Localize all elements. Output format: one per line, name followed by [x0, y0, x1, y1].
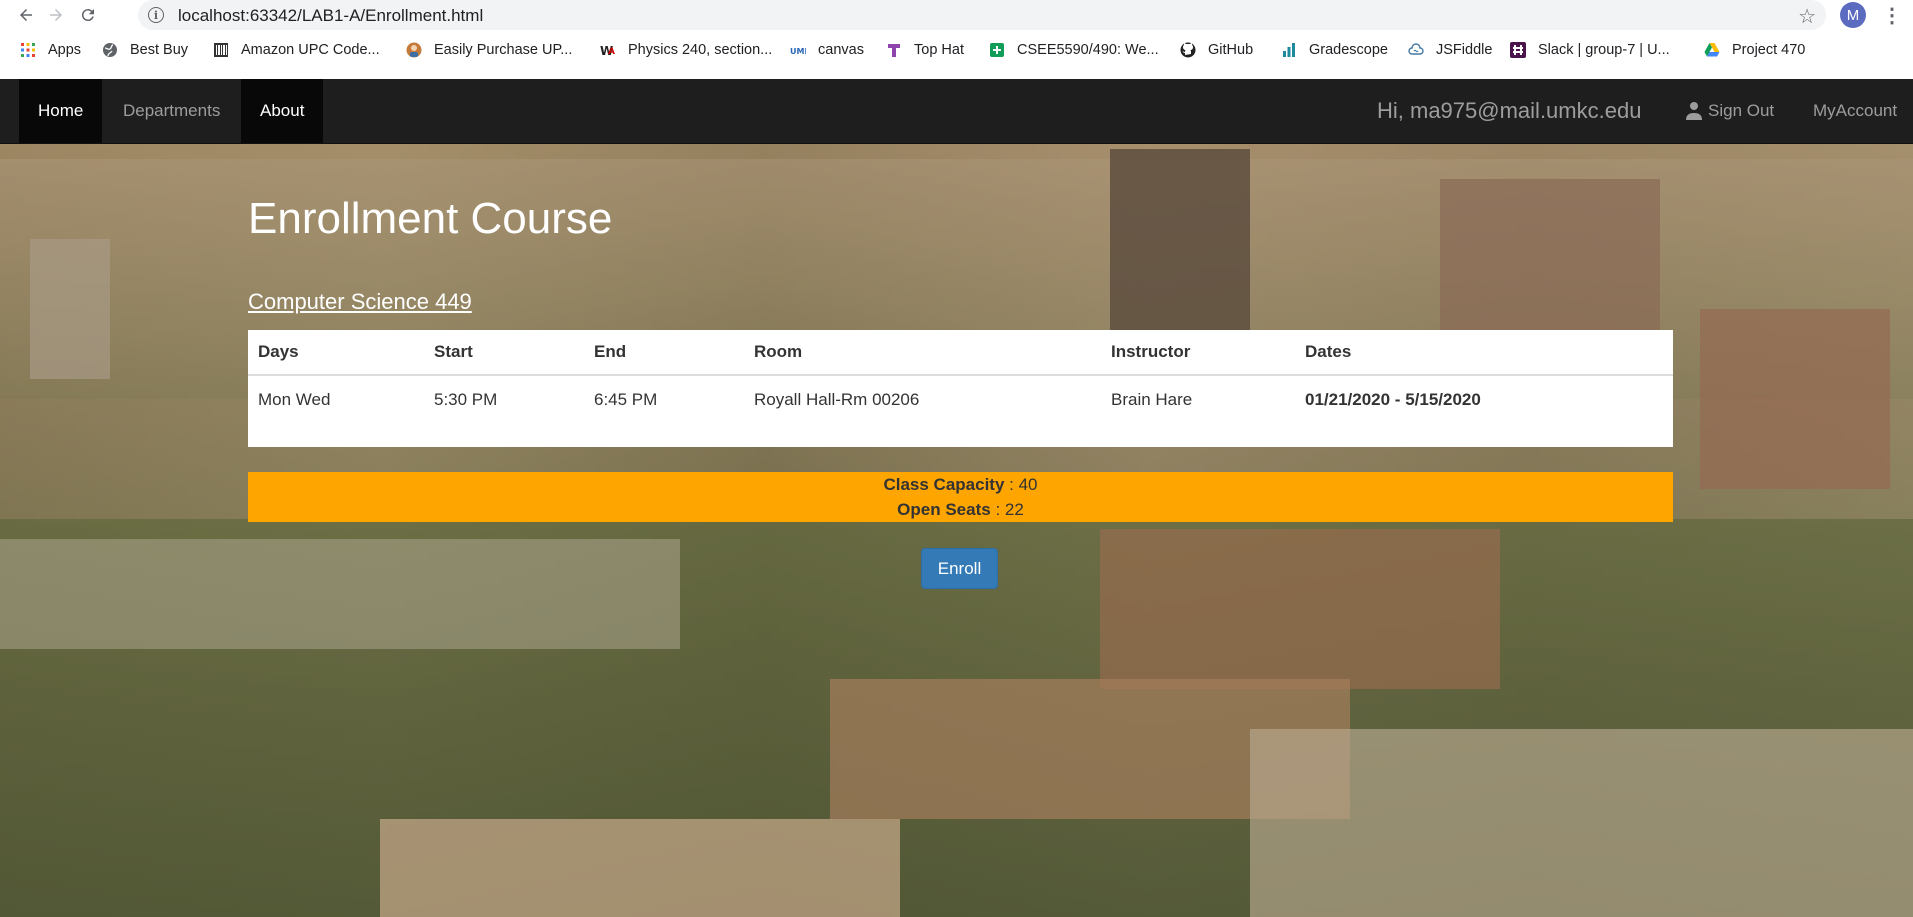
bookmarks-bar: Apps Best Buy Amazon UPC Code... Easily …: [0, 38, 1913, 68]
bookmark-slack[interactable]: Slack | group-7 | U...: [1510, 42, 1670, 58]
sign-out-link[interactable]: Sign Out: [1666, 79, 1793, 143]
bookmark-label: canvas: [818, 42, 864, 58]
forward-arrow-icon[interactable]: [44, 3, 68, 27]
umkc-icon: UMKC: [790, 42, 816, 58]
cell-dates: 01/21/2020 - 5/15/2020: [1305, 390, 1481, 409]
sign-out-label: Sign Out: [1708, 101, 1775, 120]
tower-building: [1110, 149, 1250, 359]
jsfiddle-icon: [1408, 42, 1424, 58]
bookmark-gradescope[interactable]: Gradescope: [1281, 42, 1388, 58]
header-start: Start: [434, 342, 473, 361]
bookmark-label: Top Hat: [914, 42, 964, 58]
drive-icon: [1704, 42, 1720, 58]
bookmark-project-470[interactable]: Project 470: [1704, 42, 1805, 58]
capacity-banner: Class Capacity : 40 Open Seats : 22: [248, 472, 1673, 522]
left-building: [30, 239, 110, 379]
bookmark-easily-purchase[interactable]: Easily Purchase UP...: [406, 42, 572, 58]
globe-icon: [102, 42, 118, 58]
svg-text:A: A: [608, 47, 615, 57]
schedule-table: Days Start End Room Instructor Dates Mon…: [248, 330, 1673, 447]
apps-grid-icon: [20, 42, 36, 58]
bookmark-best-buy[interactable]: Best Buy: [102, 42, 188, 58]
parking-structure: [1250, 729, 1913, 917]
course-link[interactable]: Computer Science 449: [248, 289, 472, 315]
bookmark-physics[interactable]: W A Physics 240, section...: [600, 42, 772, 58]
bookmark-apps[interactable]: Apps: [20, 42, 81, 58]
info-icon[interactable]: i: [148, 7, 164, 23]
greeting-text: Hi, ma975@mail.umkc.edu: [1377, 98, 1642, 123]
header-end: End: [594, 342, 627, 361]
enroll-button[interactable]: Enroll: [921, 548, 998, 589]
header-instructor: Instructor: [1111, 342, 1191, 361]
back-arrow-icon[interactable]: [14, 3, 38, 27]
bookmark-label: Project 470: [1732, 42, 1806, 58]
mid-building: [0, 539, 680, 649]
page-title: Enrollment Course: [248, 194, 613, 243]
bookmark-label: Best Buy: [130, 42, 189, 58]
nav-departments[interactable]: Departments: [104, 79, 239, 143]
nav-home[interactable]: Home: [19, 79, 103, 143]
tophat-icon: [886, 42, 902, 58]
slack-icon: [1510, 42, 1526, 58]
bookmark-label: CSEE5590/490: We...: [1017, 42, 1159, 58]
bookmark-github[interactable]: GitHub: [1180, 42, 1253, 58]
profile-avatar[interactable]: M: [1840, 2, 1866, 28]
header-days: Days: [258, 342, 299, 361]
github-icon: [1180, 42, 1196, 58]
webassign-icon: WA: [600, 42, 616, 58]
header-room: Room: [754, 342, 803, 361]
bookmark-label: Apps: [48, 42, 82, 58]
address-bar[interactable]: i localhost:63342/LAB1-A/Enrollment.html…: [138, 0, 1826, 30]
avatar-icon: [406, 42, 422, 58]
gradescope-icon: [1281, 42, 1297, 58]
brick-apartments: [1100, 529, 1500, 689]
browser-toolbar: i localhost:63342/LAB1-A/Enrollment.html…: [0, 0, 1913, 30]
open-seats-label: Open Seats: [897, 500, 991, 519]
header-dates: Dates: [1305, 342, 1352, 361]
front-building: [380, 819, 900, 917]
bookmark-label: Slack | group-7 | U...: [1538, 42, 1670, 58]
capacity-line: Class Capacity : 40: [248, 472, 1673, 497]
navbar: Home Departments About Hi, ma975@mail.um…: [0, 79, 1913, 144]
table-header: Days Start End Room Instructor Dates: [248, 330, 1673, 376]
sheets-icon: [989, 42, 1005, 58]
bookmark-canvas[interactable]: UMKC canvas: [790, 42, 864, 58]
my-account-link[interactable]: MyAccount: [1794, 79, 1913, 143]
apartment-building: [1700, 309, 1890, 489]
cell-days: Mon Wed: [258, 390, 331, 409]
bookmark-label: JSFiddle: [1436, 42, 1493, 58]
bookmark-label: Amazon UPC Code...: [241, 42, 380, 58]
svg-text:UMKC: UMKC: [790, 47, 806, 56]
open-seats-value: : 22: [990, 500, 1024, 519]
cell-room: Royall Hall-Rm 00206: [754, 390, 920, 409]
bookmark-label: Easily Purchase UP...: [434, 42, 573, 58]
page-background: Home Departments About Hi, ma975@mail.um…: [0, 79, 1913, 917]
url-text[interactable]: localhost:63342/LAB1-A/Enrollment.html: [178, 6, 483, 26]
user-icon: [1685, 101, 1703, 121]
open-seats-line: Open Seats : 22: [248, 497, 1673, 522]
cell-end: 6:45 PM: [594, 390, 658, 409]
barcode-icon: [213, 42, 229, 58]
cell-start: 5:30 PM: [434, 390, 498, 409]
bookmark-label: Physics 240, section...: [628, 42, 773, 58]
bookmark-label: Gradescope: [1309, 42, 1388, 58]
bookmark-csee[interactable]: CSEE5590/490: We...: [989, 42, 1159, 58]
bookmark-top-hat[interactable]: Top Hat: [886, 42, 964, 58]
nav-about[interactable]: About: [241, 79, 324, 143]
bookmark-amazon-upc[interactable]: Amazon UPC Code...: [213, 42, 380, 58]
bookmark-label: GitHub: [1208, 42, 1254, 58]
bookmark-jsfiddle[interactable]: JSFiddle: [1408, 42, 1492, 58]
cell-instructor: Brain Hare: [1111, 390, 1193, 409]
capacity-label: Class Capacity: [883, 475, 1005, 494]
capacity-value: : 40: [1004, 475, 1038, 494]
menu-dots-icon[interactable]: ⋮: [1882, 3, 1902, 28]
bookmark-star-icon[interactable]: ☆: [1798, 4, 1816, 29]
reload-icon[interactable]: [76, 3, 100, 27]
office-building: [1440, 179, 1660, 339]
